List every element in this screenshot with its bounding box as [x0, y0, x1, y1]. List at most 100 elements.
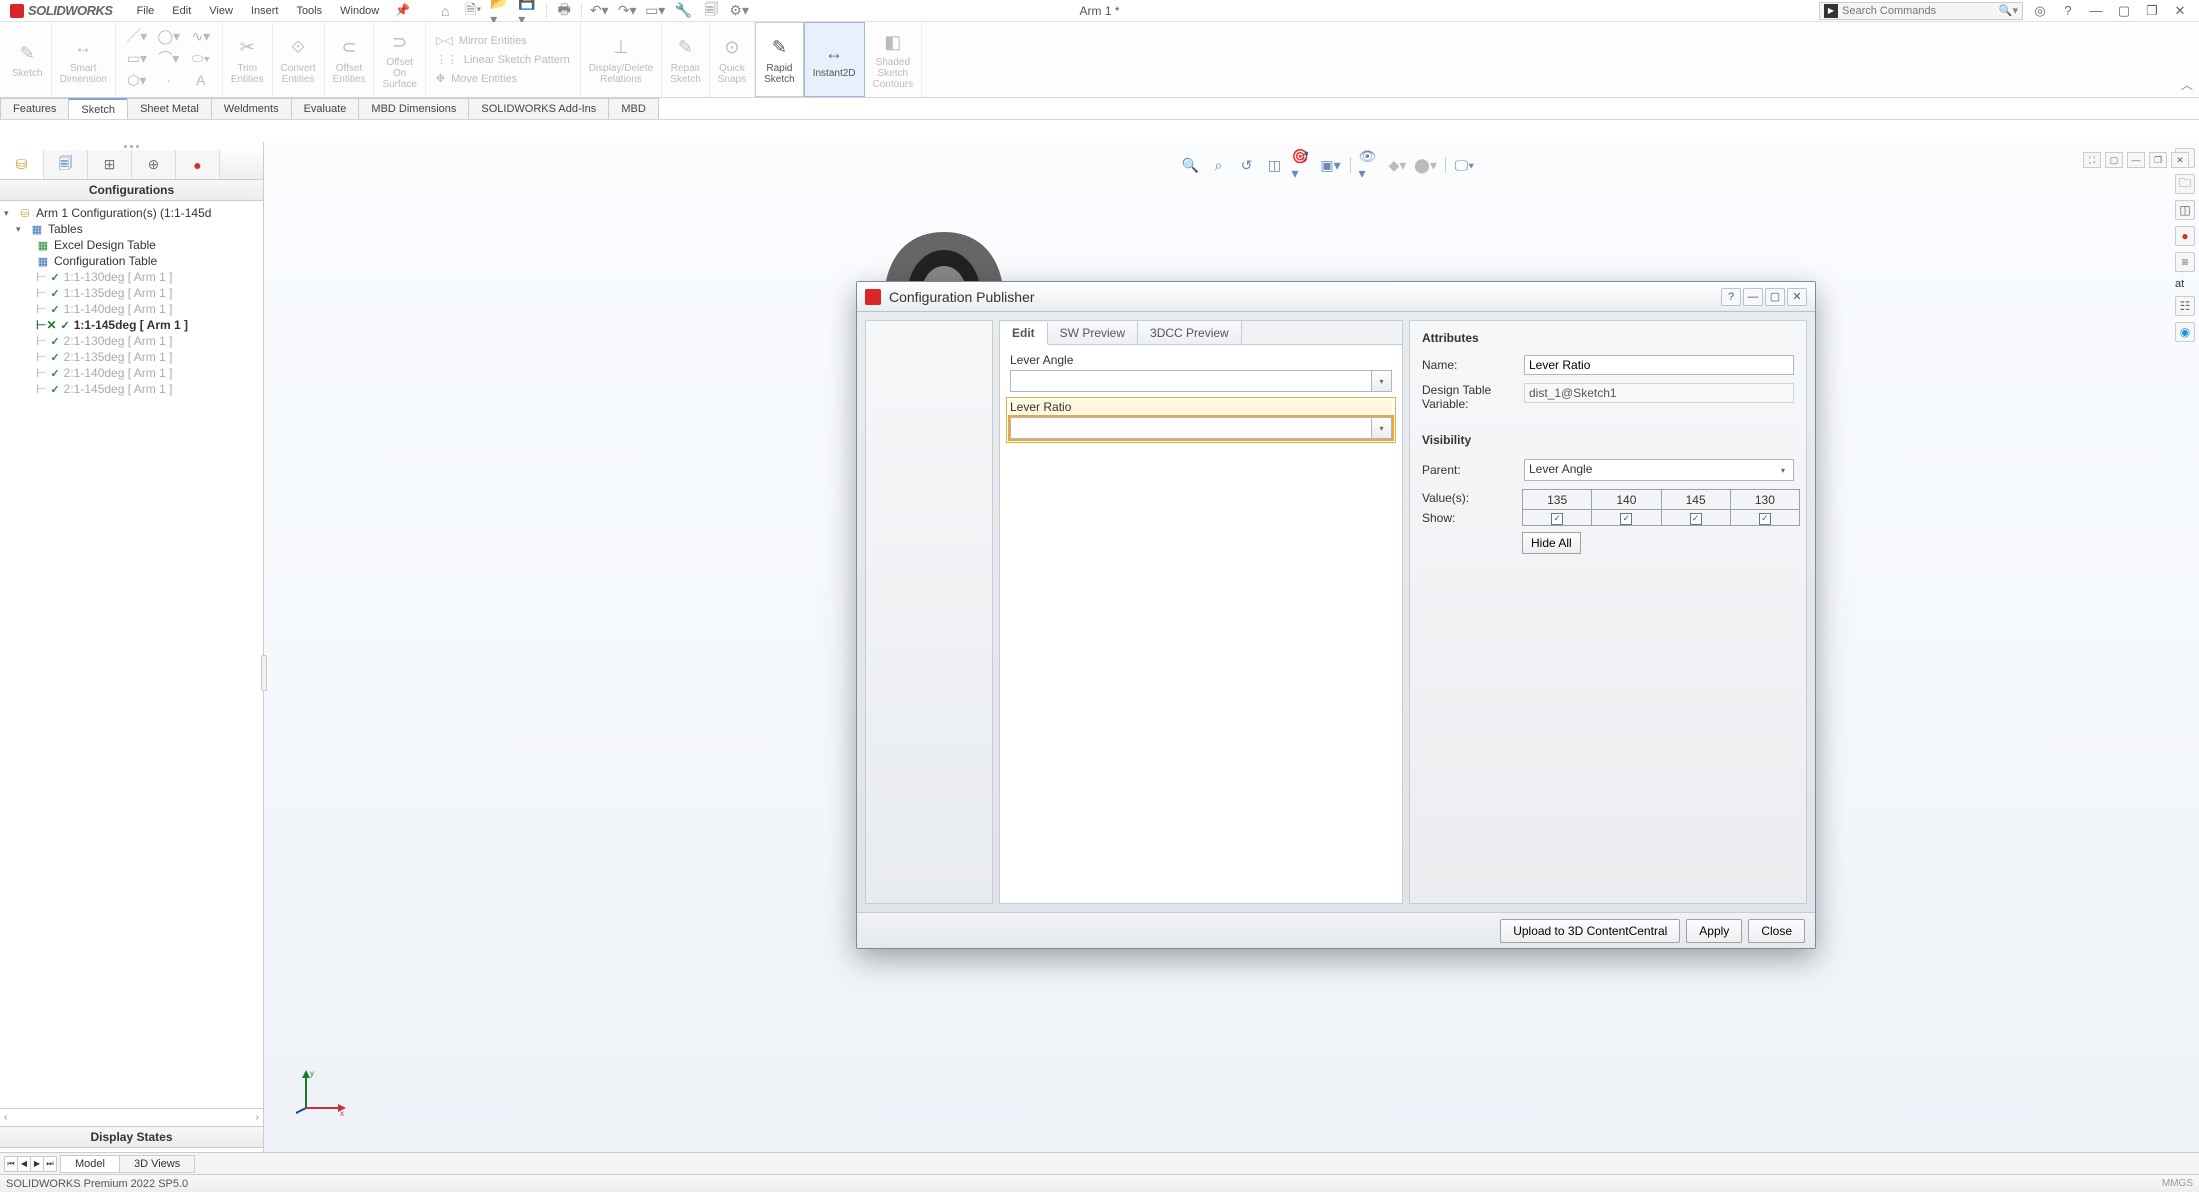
show-checkbox[interactable]: ✓	[1551, 513, 1563, 525]
user-icon[interactable]: ◎	[2029, 2, 2051, 20]
show-checkbox[interactable]: ✓	[1759, 513, 1771, 525]
tab-last-icon[interactable]: ⏭	[43, 1156, 57, 1172]
bottom-tab-3dviews[interactable]: 3D Views	[119, 1155, 195, 1173]
tab-prev-icon[interactable]: ◀	[17, 1156, 31, 1172]
menu-window[interactable]: Window	[332, 3, 387, 19]
tree-config-4[interactable]: ⊢✓2:1-130deg [ Arm 1 ]	[2, 333, 261, 349]
chevron-down-icon[interactable]: ▾	[1371, 371, 1391, 391]
zoom-fit-icon[interactable]: 🔍	[1180, 155, 1202, 175]
rect-icon[interactable]: ▭▾	[124, 50, 150, 67]
tree-config-3-active[interactable]: ⊢✕✓1:1-145deg [ Arm 1 ]	[2, 317, 261, 333]
tree-tables[interactable]: ▾▦Tables	[2, 221, 261, 237]
caret-icon[interactable]: ▾	[16, 224, 26, 235]
file-props-icon[interactable]: 🗐	[700, 2, 722, 20]
hide-all-button[interactable]: Hide All	[1522, 532, 1581, 554]
minimize-icon[interactable]: —	[2085, 2, 2107, 20]
tab-sheet-metal[interactable]: Sheet Metal	[127, 98, 212, 119]
new-icon[interactable]: 🗎▾	[462, 2, 484, 20]
taskpane-forum-icon[interactable]: ☷	[2175, 296, 2195, 316]
dialog-form-canvas[interactable]: Lever Angle ▾ Lever Ratio ▾	[999, 344, 1403, 904]
chevron-down-icon[interactable]: ▾	[1773, 460, 1793, 480]
redo-icon[interactable]: ↷▾	[616, 2, 638, 20]
menu-insert[interactable]: Insert	[243, 3, 287, 19]
arc-icon[interactable]: ⌒▾	[156, 48, 182, 68]
menu-file[interactable]: File	[129, 3, 163, 19]
restore-icon[interactable]: ▢	[2113, 2, 2135, 20]
ribbon-shaded[interactable]: ◧Shaded Sketch Contours	[865, 22, 923, 97]
tab-sketch[interactable]: Sketch	[68, 98, 128, 119]
save-icon[interactable]: 💾▾	[518, 2, 540, 20]
taskpane-custom-icon[interactable]: ≡	[2175, 252, 2195, 272]
ribbon-sketch[interactable]: ✎Sketch	[4, 22, 52, 97]
field-dropdown[interactable]: ▾	[1010, 370, 1392, 392]
value-cell[interactable]: 145	[1661, 490, 1730, 510]
show-checkbox[interactable]: ✓	[1690, 513, 1702, 525]
property-tab-icon[interactable]: ⊞	[88, 150, 132, 179]
prev-view-icon[interactable]: ↺	[1236, 155, 1258, 175]
tab-weldments[interactable]: Weldments	[211, 98, 292, 119]
doc-expand-icon[interactable]: ⛶	[2083, 152, 2101, 168]
upload-button[interactable]: Upload to 3D ContentCentral	[1500, 919, 1680, 943]
tab-first-icon[interactable]: ⏮	[4, 1156, 18, 1172]
tree-root[interactable]: ▾⛁Arm 1 Configuration(s) (1:1-145d	[2, 205, 261, 221]
taskpane-cloud-icon[interactable]: ◉	[2175, 322, 2195, 342]
orientation-triad[interactable]: y x	[296, 1066, 348, 1118]
taskpane-view-icon[interactable]: ◫	[2175, 200, 2195, 220]
value-cell[interactable]: 130	[1730, 490, 1799, 510]
menu-edit[interactable]: Edit	[164, 3, 199, 19]
polygon-icon[interactable]: ⬡▾	[124, 72, 150, 89]
ribbon-mirror[interactable]: ▷◁Mirror Entities	[436, 34, 570, 47]
search-commands[interactable]: ▶ 🔍▾	[1819, 2, 2023, 20]
tab-evaluate[interactable]: Evaluate	[291, 98, 360, 119]
print-icon[interactable]: 🖶	[553, 2, 575, 20]
view-orient-icon[interactable]: 🎯▾	[1292, 155, 1314, 175]
bottom-tab-model[interactable]: Model	[60, 1155, 120, 1173]
section-icon[interactable]: ◫	[1264, 155, 1286, 175]
dialog-tab-3dcc-preview[interactable]: 3DCC Preview	[1138, 321, 1242, 344]
doc-restore-icon[interactable]: ▢	[2105, 152, 2123, 168]
view-settings-icon[interactable]: 🖵▾	[1454, 155, 1476, 175]
tree-config-2[interactable]: ⊢✓1:1-140deg [ Arm 1 ]	[2, 301, 261, 317]
menu-tools[interactable]: Tools	[288, 3, 330, 19]
edit-appearance-icon[interactable]: ◆▾	[1387, 155, 1409, 175]
menu-view[interactable]: View	[201, 3, 241, 19]
ribbon-collapse-icon[interactable]: ︿	[2181, 76, 2193, 93]
tree-config-1[interactable]: ⊢✓1:1-135deg [ Arm 1 ]	[2, 285, 261, 301]
parent-dropdown[interactable]: Lever Angle▾	[1524, 459, 1794, 481]
tree-config-table[interactable]: ▦Configuration Table	[2, 253, 261, 269]
panel-hscroll[interactable]: ‹›	[0, 1108, 263, 1126]
apply-scene-icon[interactable]: ⬤▾	[1415, 155, 1437, 175]
maximize-icon[interactable]: ❐	[2141, 2, 2163, 20]
field-lever-ratio-selected[interactable]: Lever Ratio ▾	[1006, 397, 1396, 443]
home-icon[interactable]: ⌂	[434, 2, 456, 20]
tree-config-5[interactable]: ⊢✓2:1-135deg [ Arm 1 ]	[2, 349, 261, 365]
tree-config-6[interactable]: ⊢✓2:1-140deg [ Arm 1 ]	[2, 365, 261, 381]
tree-config-0[interactable]: ⊢✓1:1-130deg [ Arm 1 ]	[2, 269, 261, 285]
help-icon[interactable]: ?	[2057, 2, 2079, 20]
doc-max-icon[interactable]: ❐	[2149, 152, 2167, 168]
dialog-titlebar[interactable]: Configuration Publisher ? — ▢ ✕	[857, 282, 1815, 312]
tab-next-icon[interactable]: ▶	[30, 1156, 44, 1172]
undo-icon[interactable]: ↶▾	[588, 2, 610, 20]
close-button[interactable]: Close	[1748, 919, 1805, 943]
ribbon-convert[interactable]: ⟐Convert Entities	[273, 22, 325, 97]
scroll-left-icon[interactable]: ‹	[4, 1112, 7, 1123]
panel-grip[interactable]	[0, 142, 263, 150]
ribbon-rapid-sketch[interactable]: ✎Rapid Sketch	[755, 22, 804, 97]
ribbon-offset[interactable]: ⊂Offset Entities	[325, 22, 375, 97]
dialog-tab-edit[interactable]: Edit	[1000, 322, 1048, 345]
open-icon[interactable]: 📂▾	[490, 2, 512, 20]
appearance-tab-icon[interactable]: ●	[176, 150, 220, 179]
display-style-icon[interactable]: ▣▾	[1320, 155, 1342, 175]
line-icon[interactable]: ／▾	[124, 26, 150, 46]
dialog-maximize-icon[interactable]: ▢	[1765, 288, 1785, 306]
options-icon[interactable]: ⚙▾	[728, 2, 750, 20]
show-checkbox[interactable]: ✓	[1620, 513, 1632, 525]
text-icon[interactable]: A	[188, 72, 214, 88]
name-input[interactable]	[1524, 355, 1794, 375]
feature-tree-tab-icon[interactable]: 🗐	[44, 150, 88, 179]
field-dropdown[interactable]: ▾	[1010, 417, 1392, 439]
value-cell[interactable]: 140	[1592, 490, 1661, 510]
scroll-right-icon[interactable]: ›	[256, 1112, 259, 1123]
point-icon[interactable]: ·	[156, 72, 182, 88]
